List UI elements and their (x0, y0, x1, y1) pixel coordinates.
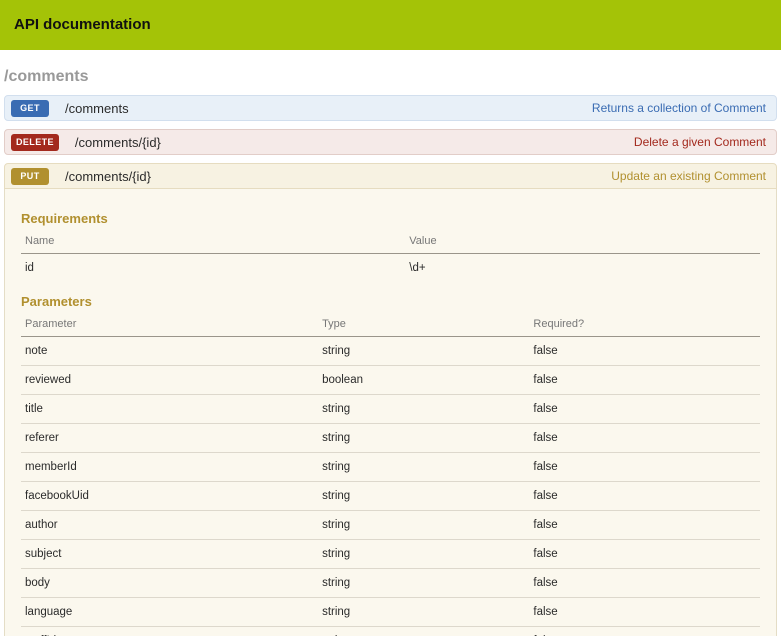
parameter-name: memberId (21, 453, 318, 482)
parameters-table: Parameter Type Required? note string fal… (21, 311, 760, 636)
parameters-heading: Parameters (21, 294, 760, 309)
parameter-name: author (21, 511, 318, 540)
parameters-col-parameter: Parameter (21, 311, 318, 337)
parameter-row: reviewed boolean false (21, 366, 760, 395)
operation-description-link-put[interactable]: Update an existing Comment (611, 169, 766, 183)
operation-header-get[interactable]: GET /comments Returns a collection of Co… (4, 95, 777, 121)
parameter-name: subject (21, 540, 318, 569)
parameter-row: staffId string false (21, 627, 760, 636)
parameter-required: false (529, 482, 760, 511)
parameters-header-row: Parameter Type Required? (21, 311, 760, 337)
content-area: /comments GET /comments Returns a collec… (0, 68, 781, 636)
requirement-name: id (21, 254, 405, 283)
page-title: API documentation (14, 16, 767, 33)
parameter-required: false (529, 337, 760, 366)
parameter-type: string (318, 598, 529, 627)
http-method-badge-get: GET (11, 100, 49, 117)
parameter-type: string (318, 337, 529, 366)
parameter-type: string (318, 482, 529, 511)
parameter-required: false (529, 598, 760, 627)
parameters-col-required: Required? (529, 311, 760, 337)
parameter-name: body (21, 569, 318, 598)
parameter-required: false (529, 569, 760, 598)
parameter-row: note string false (21, 337, 760, 366)
parameter-row: body string false (21, 569, 760, 598)
parameter-type: string (318, 395, 529, 424)
parameter-type: string (318, 569, 529, 598)
parameter-type: string (318, 453, 529, 482)
operation-get-comments: GET /comments Returns a collection of Co… (4, 95, 777, 121)
requirement-row: id \d+ (21, 254, 760, 283)
operation-header-put[interactable]: PUT /comments/{id} Update an existing Co… (4, 163, 777, 189)
parameter-row: memberId string false (21, 453, 760, 482)
parameter-type: string (318, 627, 529, 636)
parameter-name: facebookUid (21, 482, 318, 511)
parameter-row: author string false (21, 511, 760, 540)
requirements-col-value: Value (405, 228, 760, 254)
parameter-type: string (318, 511, 529, 540)
operation-path-put: /comments/{id} (65, 169, 151, 184)
parameter-required: false (529, 424, 760, 453)
parameter-row: title string false (21, 395, 760, 424)
operation-header-delete[interactable]: DELETE /comments/{id} Delete a given Com… (4, 129, 777, 155)
parameter-required: false (529, 366, 760, 395)
parameters-table-body: note string false reviewed boolean false… (21, 337, 760, 636)
http-method-badge-put: PUT (11, 168, 49, 185)
parameter-required: false (529, 627, 760, 636)
operation-put-comment: PUT /comments/{id} Update an existing Co… (4, 163, 777, 636)
app-header: API documentation (0, 0, 781, 50)
parameter-type: string (318, 540, 529, 569)
parameter-name: reviewed (21, 366, 318, 395)
parameter-row: language string false (21, 598, 760, 627)
requirements-table: Name Value id \d+ (21, 228, 760, 282)
parameter-row: referer string false (21, 424, 760, 453)
parameter-name: note (21, 337, 318, 366)
parameter-name: title (21, 395, 318, 424)
parameter-row: subject string false (21, 540, 760, 569)
resource-section-title: /comments (4, 68, 777, 86)
parameter-required: false (529, 540, 760, 569)
parameter-name: language (21, 598, 318, 627)
requirements-heading: Requirements (21, 211, 760, 226)
http-method-badge-delete: DELETE (11, 134, 59, 151)
operation-detail-panel: Requirements Name Value id \d+ Parameter… (4, 189, 777, 636)
requirements-col-name: Name (21, 228, 405, 254)
requirements-header-row: Name Value (21, 228, 760, 254)
operation-description-link-delete[interactable]: Delete a given Comment (634, 135, 766, 149)
parameter-type: boolean (318, 366, 529, 395)
parameter-name: staffId (21, 627, 318, 636)
operation-path-delete: /comments/{id} (75, 135, 161, 150)
parameter-type: string (318, 424, 529, 453)
parameter-required: false (529, 395, 760, 424)
operation-delete-comment: DELETE /comments/{id} Delete a given Com… (4, 129, 777, 155)
parameters-col-type: Type (318, 311, 529, 337)
parameter-required: false (529, 453, 760, 482)
parameter-required: false (529, 511, 760, 540)
operation-description-link-get[interactable]: Returns a collection of Comment (592, 101, 766, 115)
requirement-value: \d+ (405, 254, 760, 283)
parameter-name: referer (21, 424, 318, 453)
operation-path-get: /comments (65, 101, 129, 116)
parameter-row: facebookUid string false (21, 482, 760, 511)
